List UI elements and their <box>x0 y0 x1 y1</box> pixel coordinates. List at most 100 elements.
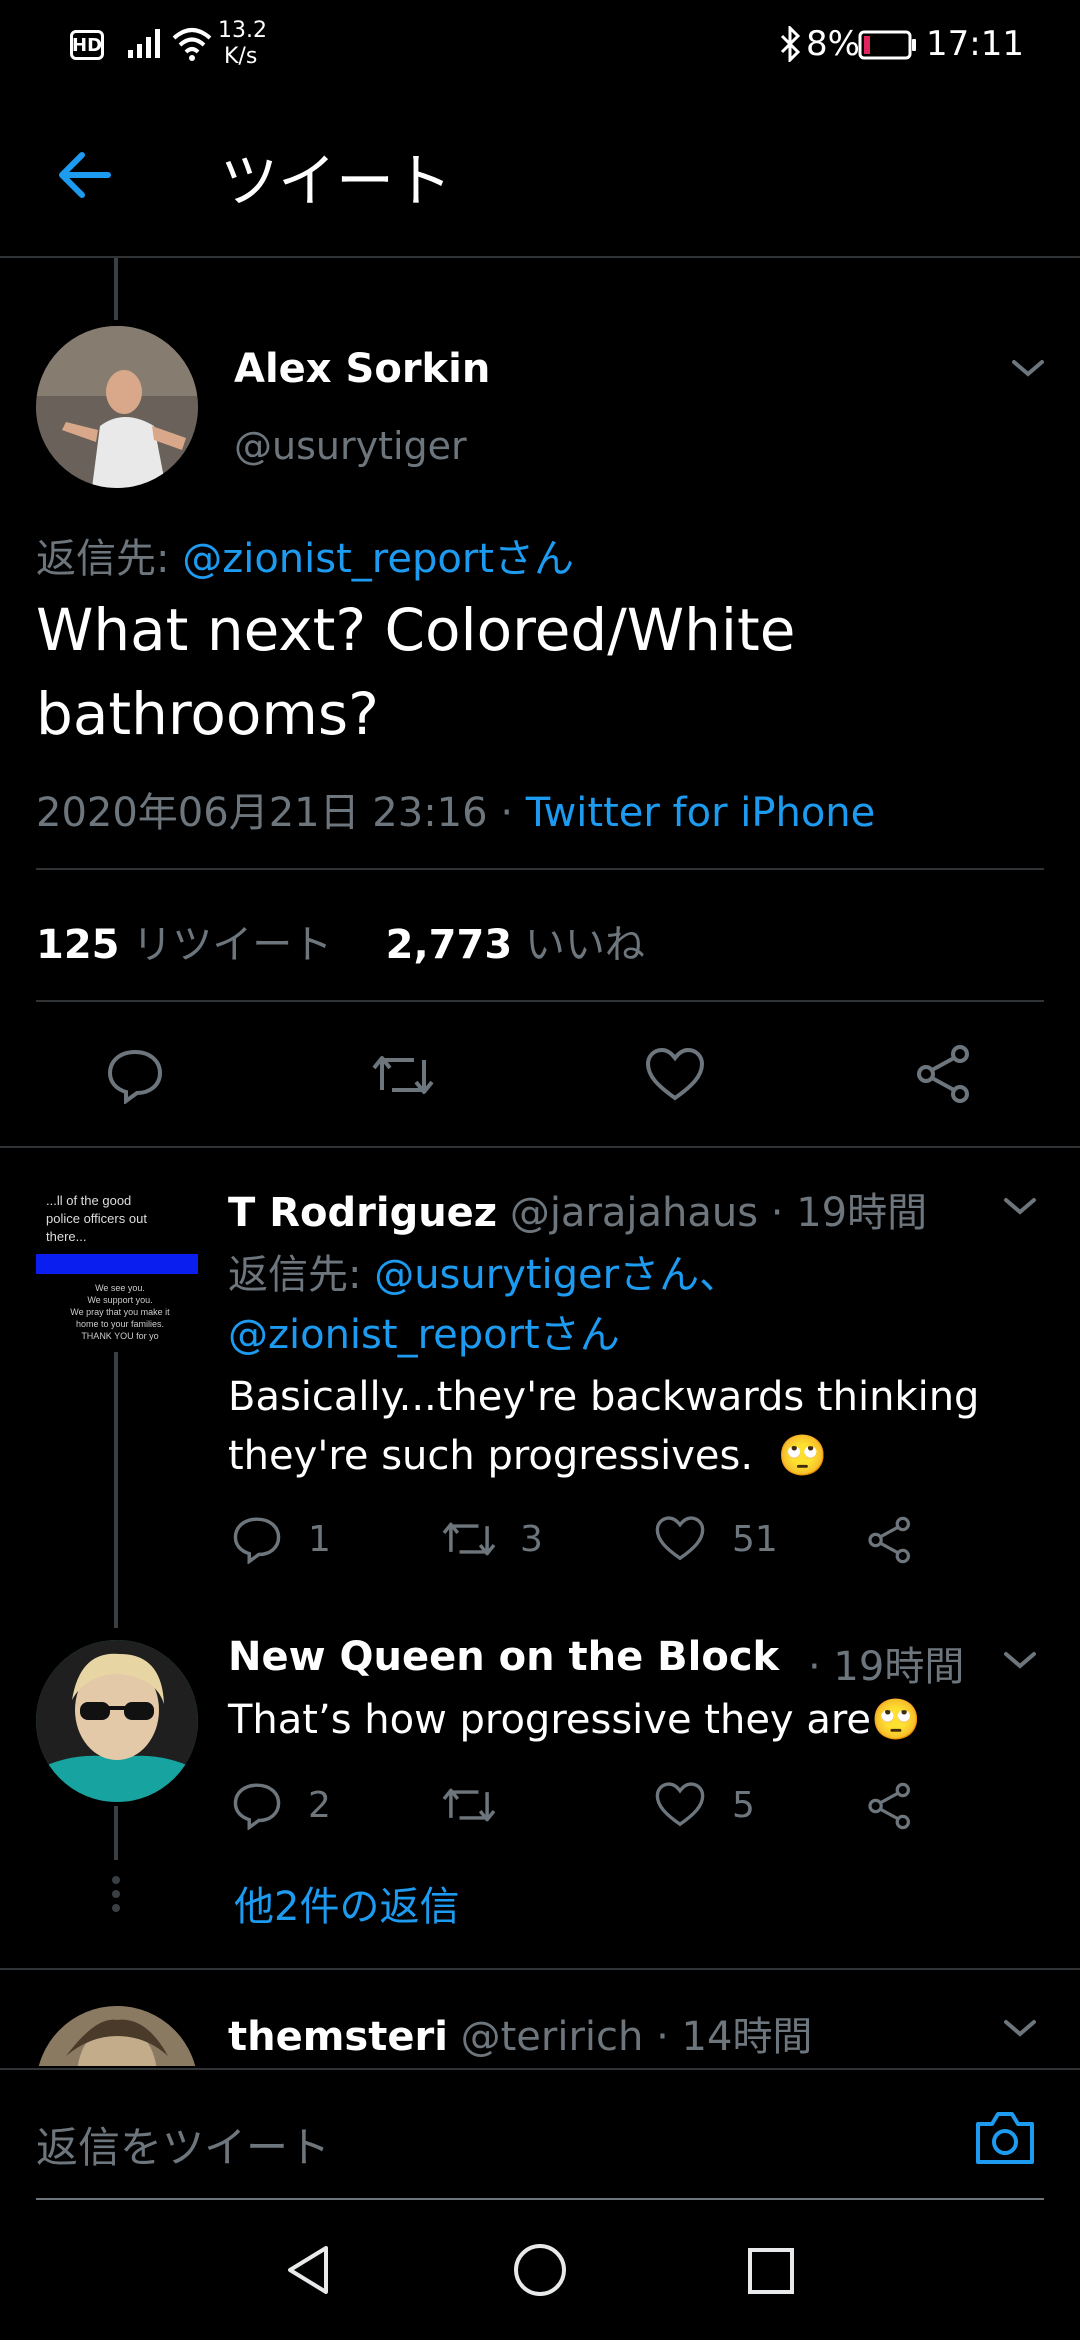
share-button[interactable] <box>866 1782 914 1830</box>
like-button[interactable]: 5 <box>654 1780 755 1830</box>
reply-text: they're such progressives. <box>228 1433 754 1479</box>
retweet-button[interactable] <box>440 1780 498 1830</box>
reply-menu-chevron[interactable] <box>1002 1648 1038 1672</box>
avatar-caption: police officers out <box>46 1211 147 1226</box>
chevron-down-icon <box>1004 1198 1036 1215</box>
reply-time[interactable]: · 19時間 <box>808 1634 964 1692</box>
avatar-caption: We pray that you make it <box>70 1307 170 1317</box>
retweet-stat[interactable]: 125 リツイート <box>36 922 345 968</box>
like-stat[interactable]: 2,773 いいね <box>386 922 645 968</box>
share-icon <box>868 1516 910 1564</box>
reply-input[interactable]: 返信をツイート <box>36 2114 330 2175</box>
share-button[interactable] <box>914 1044 974 1104</box>
nav-back-button[interactable] <box>282 2242 334 2298</box>
tweet-meta: 2020年06月21日 23:16 · Twitter for iPhone <box>36 780 875 838</box>
retweet-icon <box>442 1522 496 1556</box>
reply-avatar[interactable] <box>36 1640 198 1802</box>
reply-to-link[interactable]: @zionist_reportさん <box>182 536 574 582</box>
retweet-count: 125 <box>36 922 120 968</box>
system-nav-bar <box>0 2200 1080 2340</box>
reply-author-handle[interactable]: @jarajahaus <box>510 1190 758 1236</box>
meta-separator: · <box>500 790 514 836</box>
reply-count: 1 <box>308 1518 331 1560</box>
reply-button[interactable] <box>106 1046 164 1104</box>
camera-button[interactable] <box>972 2108 1038 2168</box>
tweet-source[interactable]: Twitter for iPhone <box>526 790 876 836</box>
reply-menu-chevron[interactable] <box>1002 2016 1038 2040</box>
tweet-date[interactable]: 2020年06月21日 23:16 <box>36 790 488 836</box>
eye-roll-emoji: 🙄 <box>871 1697 921 1743</box>
page-title: ツイート <box>220 147 453 215</box>
retweet-button[interactable] <box>370 1046 436 1104</box>
avatar-caption: We support you. <box>87 1295 153 1305</box>
retweet-icon <box>372 1056 434 1094</box>
like-count: 51 <box>732 1518 778 1560</box>
divider <box>36 1000 1044 1002</box>
divider <box>0 1146 1080 1148</box>
avatar-caption: We see you. <box>95 1283 145 1293</box>
bluetooth-icon <box>778 26 802 62</box>
clock: 17:11 <box>926 24 1024 64</box>
reply-time[interactable]: · 14時間 <box>656 2014 812 2060</box>
reply-author-name[interactable]: themsteri <box>228 2014 448 2060</box>
reply-text-line-1: That’s how progressive they are🙄 <box>228 1696 921 1743</box>
chevron-down-icon <box>1004 2020 1036 2037</box>
reply-to-link[interactable]: @zionist_reportさん <box>228 1302 620 1360</box>
circle-home-icon <box>514 2244 566 2296</box>
reply-text-line-1: Basically...they're backwards thinking <box>228 1374 980 1420</box>
reply-author-handle[interactable]: @teririch <box>461 2014 644 2060</box>
battery-icon <box>858 30 918 60</box>
app-header: ツイート <box>0 90 1080 258</box>
nav-recents-button[interactable] <box>746 2246 796 2296</box>
back-button[interactable] <box>50 140 120 210</box>
author-name[interactable]: Alex Sorkin <box>234 346 490 392</box>
hd-badge: HD <box>70 30 104 60</box>
signal-icon <box>126 26 166 60</box>
eye-roll-emoji: 🙄 <box>777 1433 828 1479</box>
tweet-stats: 125 リツイート 2,773 いいね <box>36 912 645 970</box>
nav-home-button[interactable] <box>512 2242 568 2298</box>
author-handle[interactable]: @usurytiger <box>234 424 467 468</box>
avatar-caption: there... <box>46 1229 87 1244</box>
reply-avatar[interactable]: ...ll of the good police officers out th… <box>36 1186 198 1348</box>
like-count: 5 <box>732 1784 755 1826</box>
retweet-label: リツイート <box>132 922 333 968</box>
reply-to-label: 返信先: <box>36 536 170 582</box>
reply-menu-chevron[interactable] <box>1002 1194 1038 1218</box>
thread-dots <box>112 1876 120 1912</box>
reply-context: 返信先: @zionist_reportさん <box>36 526 574 584</box>
retweet-count: 3 <box>520 1518 543 1560</box>
avatar-caption: THANK YOU for yo <box>81 1331 159 1341</box>
network-speed-value: 13.2 <box>218 18 267 43</box>
square-recents-icon <box>748 2248 794 2294</box>
chevron-down-icon <box>1004 1652 1036 1669</box>
thread-line-top <box>114 258 118 320</box>
retweet-icon <box>442 1788 496 1822</box>
reply-time[interactable]: · 19時間 <box>771 1190 927 1236</box>
reply-count: 2 <box>308 1784 331 1826</box>
reply-avatar[interactable] <box>36 2006 198 2066</box>
tweet-text-line-1: What next? Colored/White <box>36 596 796 664</box>
tweet-text-line-2: bathrooms? <box>36 680 379 748</box>
reply-text: That’s how progressive they are <box>228 1697 872 1743</box>
avatar[interactable] <box>36 326 198 488</box>
tweet-menu-chevron[interactable] <box>1010 356 1046 380</box>
like-button[interactable]: 51 <box>654 1514 778 1564</box>
reply-author-name[interactable]: T Rodriguez <box>228 1190 497 1236</box>
share-icon <box>917 1045 969 1103</box>
reply-button[interactable]: 1 <box>232 1514 331 1564</box>
status-bar: HD 13.2 K/s 8% 17:11 <box>0 0 1080 90</box>
like-button[interactable] <box>644 1046 706 1104</box>
reply-button[interactable]: 2 <box>232 1780 331 1830</box>
reply-author-name[interactable]: New Queen on the Block <box>228 1634 779 1680</box>
wifi-icon <box>170 26 214 62</box>
network-speed-unit: K/s <box>224 44 258 69</box>
retweet-button[interactable]: 3 <box>440 1514 543 1564</box>
avatar-caption: ...ll of the good <box>46 1193 132 1208</box>
reply-to-link[interactable]: @usurytigerさん、 <box>374 1252 739 1298</box>
show-more-replies-link[interactable]: 他2件の返信 <box>234 1874 459 1932</box>
chevron-down-icon <box>1012 360 1044 377</box>
reply-icon <box>233 1517 281 1564</box>
reply-header: themsteri @teririch · 14時間 <box>228 2004 812 2062</box>
share-button[interactable] <box>866 1516 914 1564</box>
